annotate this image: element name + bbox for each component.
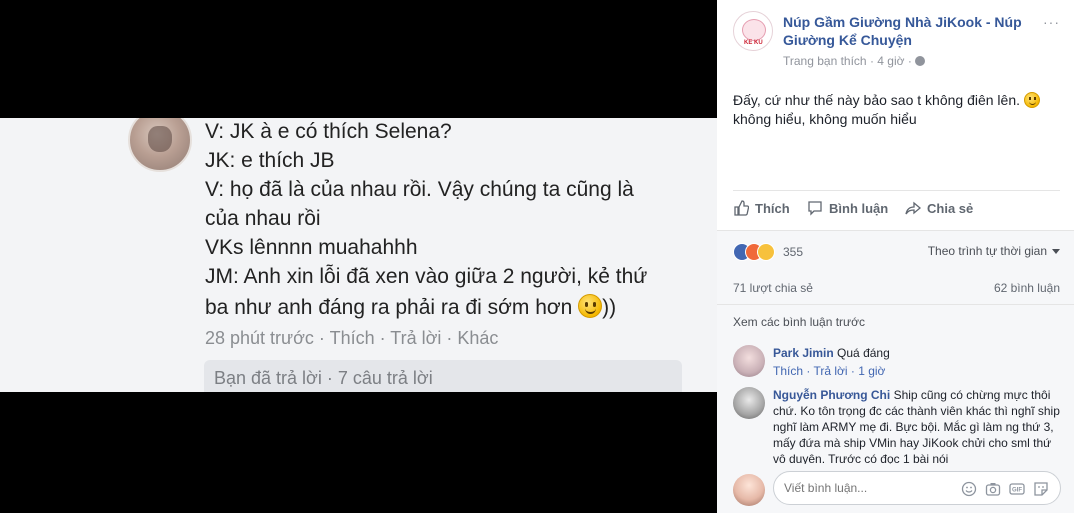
comments-section: 355 Theo trình tự thời gian 71 lượt chia…	[717, 230, 1074, 513]
divider	[733, 190, 1060, 191]
post-text-line-2: không hiểu, không muốn hiểu	[733, 111, 917, 127]
gif-icon[interactable]: GIF	[1009, 481, 1025, 497]
comment-composer: GIF	[717, 464, 1074, 513]
chat-line-3: V: họ đã là của nhau rồi. Vậy chúng ta c…	[205, 178, 634, 201]
view-previous-comments-link[interactable]: Xem các bình luận trước	[733, 315, 865, 329]
comment-author[interactable]: Nguyễn Phương Chi	[773, 388, 890, 402]
caret-down-icon	[1052, 249, 1060, 254]
smile-emoji-icon	[1023, 92, 1040, 108]
comment-author[interactable]: Park Jimin	[773, 346, 834, 360]
reply-summary-box: Bạn đã trả lời · 7 câu trả lời	[204, 360, 682, 392]
chat-line-2: JK: e thích JB	[205, 149, 335, 172]
chat-line-4: của nhau rồi	[205, 207, 321, 230]
post-panel: KE KU Núp Gầm Giường Nhà JiKook - Núp Gi…	[717, 0, 1074, 513]
post-text-line-1: Đấy, cứ như thế này bảo sao t không điên…	[733, 92, 1020, 108]
reaction-count[interactable]: 355	[783, 245, 803, 259]
comments-count[interactable]: 62 bình luận	[994, 281, 1060, 295]
post-action-bar: Thích Bình luận Chia sẻ	[733, 200, 1060, 222]
thumbs-up-icon	[734, 200, 749, 216]
chat-line-7-text: ba như anh đáng ra phải ra đi sớm hơn	[205, 296, 573, 319]
camera-icon[interactable]	[985, 481, 1001, 497]
more-options-icon[interactable]: ···	[1043, 14, 1060, 30]
post-photo[interactable]: V: JK à e có thích Selena? JK: e thích J…	[0, 0, 717, 513]
page-name-link[interactable]: Núp Gầm Giường Nhà JiKook - Núp Giường K…	[783, 13, 1033, 49]
shares-count[interactable]: 71 lượt chia sẻ	[733, 281, 813, 295]
comment-meta: 28 phút trước · Thích · Trả lời · Khác	[205, 328, 499, 348]
like-button[interactable]: Thích	[733, 200, 790, 222]
share-arrow-icon	[905, 201, 921, 215]
comment-button[interactable]: Bình luận	[807, 200, 888, 222]
emoji-icon[interactable]	[961, 481, 977, 497]
page-avatar[interactable]: KE KU	[733, 11, 773, 51]
gif-icon-label: GIF	[1012, 488, 1022, 494]
reply-summary-text: Bạn đã trả lời · 7 câu trả lời	[214, 368, 433, 388]
commenter-avatar	[128, 118, 192, 172]
post-text: Đấy, cứ như thế này bảo sao t không điên…	[733, 91, 1063, 129]
app-root: V: JK à e có thích Selena? JK: e thích J…	[0, 0, 1074, 513]
comment-actions: Thích · Trả lời · 1 giờ	[773, 364, 885, 378]
comment-sort-dropdown[interactable]: Theo trình tự thời gian	[928, 244, 1060, 258]
sticker-icon[interactable]	[1033, 481, 1049, 497]
post-meta: Trang bạn thích · 4 giờ ·	[783, 54, 925, 68]
chat-line-7-end: ))	[602, 296, 617, 319]
sort-label: Theo trình tự thời gian	[927, 244, 1047, 258]
screenshot-image: V: JK à e có thích Selena? JK: e thích J…	[0, 118, 717, 392]
chat-line-5: VKs lênnnn muahahhh	[205, 236, 418, 259]
share-label: Chia sẻ	[927, 201, 974, 216]
like-label: Thích	[755, 201, 790, 216]
post-meta-text: Trang bạn thích · 4 giờ ·	[783, 54, 912, 68]
comment-body: Park Jimin Quá đáng	[773, 345, 1061, 361]
chat-line-7: ba như anh đáng ra phải ra đi sớm hơn ))	[205, 294, 616, 320]
comment-icon	[808, 201, 822, 216]
avatar[interactable]	[733, 345, 765, 377]
chat-line-6: JM: Anh xin lỗi đã xen vào giữa 2 người,…	[205, 265, 648, 288]
page-avatar-text: KE KU	[744, 40, 763, 46]
comment-body: Nguyễn Phương Chi Ship cũng có chừng mực…	[773, 387, 1061, 467]
comment-label: Bình luận	[829, 201, 889, 216]
chat-line-1: V: JK à e có thích Selena?	[205, 120, 452, 143]
haha-reaction-icon	[757, 243, 775, 261]
globe-icon	[914, 56, 925, 66]
page-logo-icon	[742, 19, 766, 41]
avatar[interactable]	[733, 387, 765, 419]
divider	[717, 304, 1074, 305]
share-button[interactable]: Chia sẻ	[905, 200, 973, 222]
comment-actions-text[interactable]: Thích · Trả lời · 1 giờ	[773, 364, 885, 378]
comment-text: Quá đáng	[837, 346, 890, 360]
smile-emoji-icon	[578, 294, 603, 318]
avatar	[733, 474, 765, 506]
